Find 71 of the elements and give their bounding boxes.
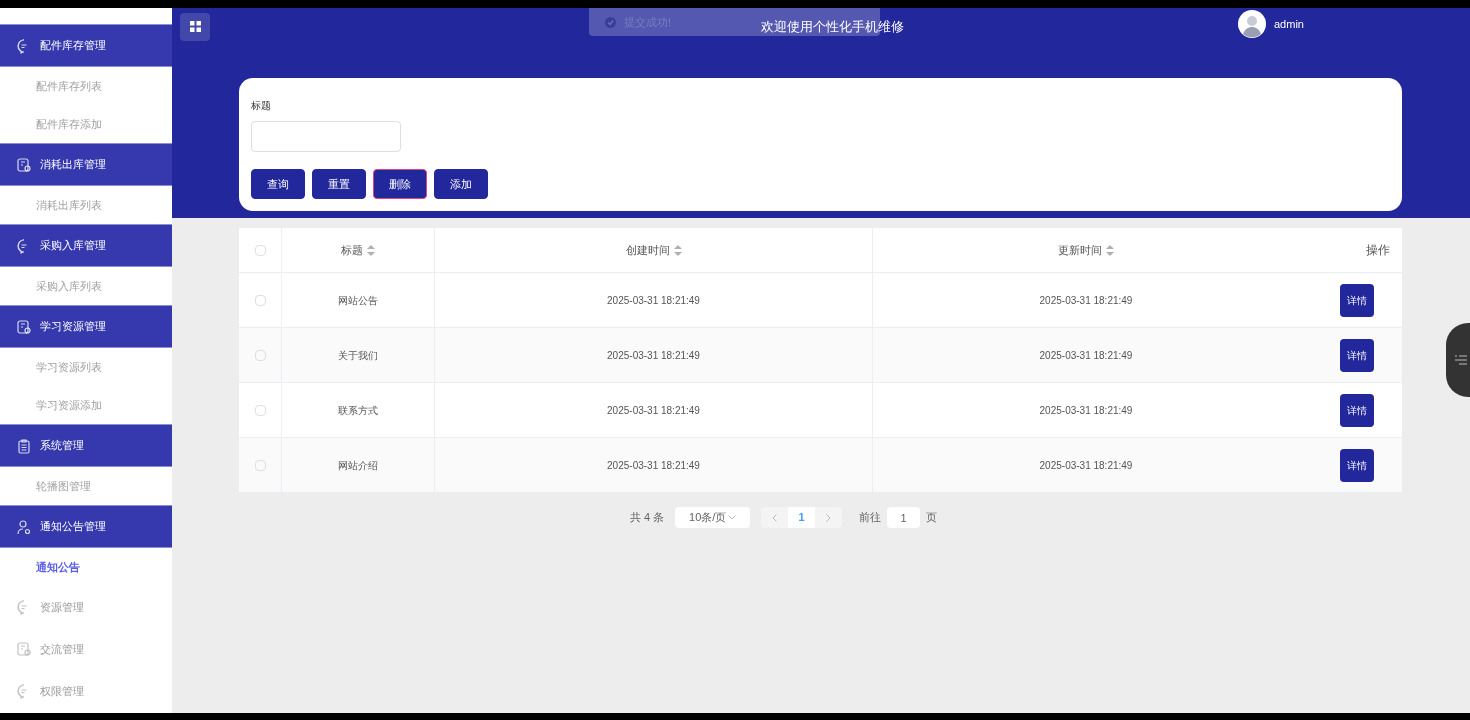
menu-group[interactable]: 采购入库管理 <box>0 224 172 267</box>
list-icon <box>1455 355 1467 365</box>
menu-label: 权限管理 <box>40 683 84 699</box>
menu-item[interactable]: 通知公告 <box>0 548 172 586</box>
table-cell-text: 联系方式 <box>338 403 378 418</box>
grid-icon <box>189 21 201 32</box>
search-form-button[interactable]: 查询 <box>251 169 305 199</box>
side-drawer-handle[interactable] <box>1446 323 1470 397</box>
menu-group[interactable]: 通知公告管理 <box>0 505 172 548</box>
column-header[interactable]: 操作 <box>1299 228 1402 272</box>
table-cell-text: 2025-03-31 18:21:49 <box>1039 348 1133 363</box>
detail-button[interactable]: 详情 <box>1339 283 1374 317</box>
detail-button[interactable]: 详情 <box>1339 448 1374 482</box>
table-cell-text: 2025-03-31 18:21:49 <box>607 403 700 418</box>
table-cell-text: 2025-03-31 18:21:49 <box>1039 458 1133 473</box>
page-suffix: 页 <box>926 510 938 526</box>
menu-label: 消耗出库管理 <box>40 157 106 173</box>
table-cell-text: 2025-03-31 18:21:49 <box>1039 403 1133 418</box>
column-header[interactable]: 更新时间 <box>873 228 1299 272</box>
table-cell-text: 网站介绍 <box>338 458 378 473</box>
menu-label: 通知公告管理 <box>40 519 106 535</box>
username: admin <box>1274 16 1304 32</box>
menu-label: 学习资源管理 <box>40 319 106 335</box>
user-icon <box>16 518 32 535</box>
menu-group[interactable]: 学习资源管理 <box>0 305 172 348</box>
menu-label: 采购入库管理 <box>40 238 106 254</box>
search-form-button[interactable]: 删除 <box>373 169 427 199</box>
avatar-icon <box>1238 10 1266 38</box>
row-checkbox[interactable] <box>254 459 266 471</box>
page-size-select[interactable]: 10条/页 <box>675 507 751 528</box>
select-all-checkbox[interactable] <box>254 244 266 256</box>
menu-group[interactable]: 系统管理 <box>0 424 172 467</box>
chevron-right-icon <box>826 513 832 522</box>
table-cell-text: 关于我们 <box>338 348 378 363</box>
row-checkbox[interactable] <box>254 294 266 306</box>
menu-label: 资源管理 <box>40 599 84 615</box>
menu-group[interactable]: 消耗出库管理 <box>0 143 172 186</box>
table-cell-text: 2025-03-31 18:21:49 <box>607 348 700 363</box>
menu-label: 配件库存管理 <box>40 38 106 54</box>
column-header[interactable]: 标题 <box>282 228 435 272</box>
table-cell-text: 2025-03-31 18:21:49 <box>607 293 700 308</box>
chevron-down-icon <box>728 515 737 520</box>
check-icon <box>605 16 616 28</box>
menu-group[interactable]: 配件库存管理 <box>0 24 172 67</box>
table-cell-text: 2025-03-31 18:21:49 <box>1039 293 1133 308</box>
search-form-button[interactable]: 重置 <box>312 169 366 199</box>
document-icon <box>16 318 32 335</box>
row-checkbox[interactable] <box>254 404 266 416</box>
sort-icon[interactable] <box>367 244 375 256</box>
menu-label: 交流管理 <box>40 641 84 657</box>
sort-icon[interactable] <box>673 244 682 256</box>
page-title: 欢迎使用个性化手机维修 <box>761 18 904 36</box>
sort-icon[interactable] <box>1106 244 1114 256</box>
column-header[interactable]: 创建时间 <box>435 228 873 272</box>
field-label: 标题 <box>251 99 272 113</box>
clipboard-icon <box>16 437 32 454</box>
table-cell-text: 网站公告 <box>338 293 378 308</box>
document-icon <box>16 641 32 657</box>
row-checkbox[interactable] <box>254 349 266 361</box>
chevron-left-icon <box>772 513 778 522</box>
goto-label: 前往 <box>859 510 882 526</box>
search-form-button[interactable]: 添加 <box>434 169 488 199</box>
detail-button[interactable]: 详情 <box>1339 338 1374 372</box>
title-input-field[interactable] <box>251 121 401 152</box>
detail-button[interactable]: 详情 <box>1339 393 1374 427</box>
menu-toggle-button[interactable] <box>180 12 210 41</box>
document-icon <box>16 156 32 173</box>
total-count: 共 4 条 <box>629 510 665 526</box>
table-cell-text: 2025-03-31 18:21:49 <box>607 458 700 473</box>
menu-label: 系统管理 <box>40 438 84 454</box>
goto-page-field[interactable]: 1 <box>887 507 921 528</box>
